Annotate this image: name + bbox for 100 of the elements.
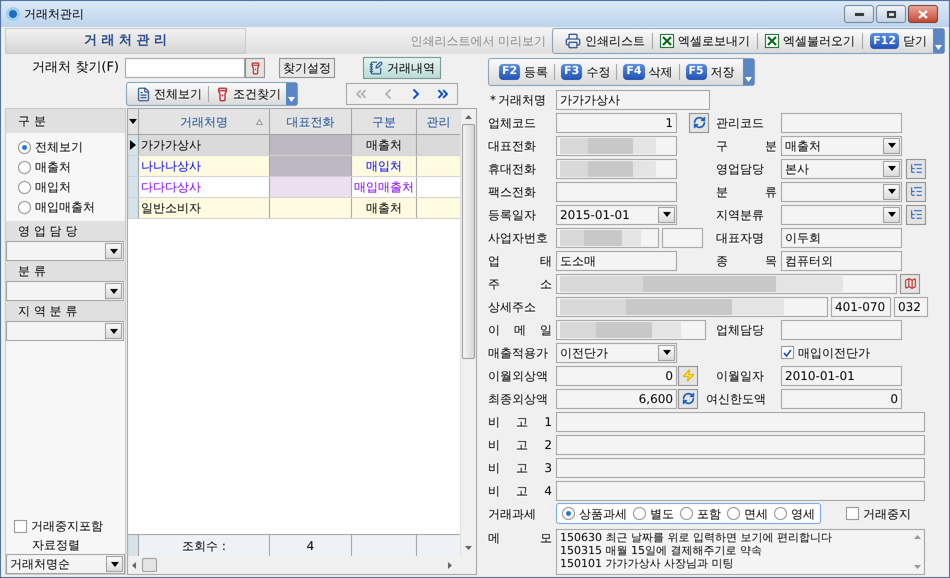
input-field[interactable]: 컴퓨터외	[781, 250, 902, 270]
scroll-down-icon[interactable]	[465, 546, 472, 550]
radio-button[interactable]	[774, 507, 787, 520]
radio-button[interactable]	[18, 140, 31, 154]
history-button[interactable]: 거래내역	[363, 57, 441, 79]
horizontal-scrollbar[interactable]	[128, 556, 476, 574]
input-field[interactable]	[556, 320, 706, 340]
input-field[interactable]: 401-070	[831, 296, 891, 316]
dropdown-button[interactable]	[883, 184, 900, 200]
radio-button[interactable]	[18, 180, 31, 194]
radio-button[interactable]	[18, 160, 31, 174]
tree-list-button[interactable]	[906, 158, 926, 178]
search-field[interactable]	[125, 58, 245, 78]
input-field[interactable]	[662, 228, 703, 248]
dropdown-button[interactable]	[883, 206, 900, 222]
dropdown-button[interactable]	[658, 206, 675, 222]
checkbox[interactable]	[14, 520, 27, 532]
input-field[interactable]: 1	[556, 112, 677, 132]
input-field[interactable]: 가가가상사	[556, 90, 710, 110]
input-field[interactable]: 6,600	[556, 388, 677, 408]
overflow-button[interactable]	[933, 29, 944, 53]
dropdown-field[interactable]	[781, 182, 902, 202]
column-header[interactable]: 관리	[417, 109, 460, 134]
scroll-up-icon[interactable]	[914, 535, 920, 539]
overflow-button[interactable]	[742, 58, 754, 84]
toolbar-button[interactable]: 전체보기	[133, 85, 205, 103]
column-header[interactable]: 거래처명	[139, 109, 270, 134]
dropdown-field[interactable]: 매출처	[781, 136, 902, 156]
dropdown-button[interactable]	[883, 138, 900, 154]
lightning-button[interactable]	[678, 366, 698, 386]
input-field[interactable]	[556, 228, 659, 248]
input-field[interactable]	[556, 412, 925, 432]
tree-list-button[interactable]	[906, 182, 926, 202]
column-header[interactable]: 대표전화	[270, 109, 352, 134]
input-field[interactable]	[556, 480, 925, 500]
input-field[interactable]	[781, 320, 902, 340]
toolbar-button[interactable]: F4 삭제	[621, 62, 675, 80]
input-field[interactable]: 2010-01-01	[781, 366, 902, 386]
dropdown-field[interactable]	[781, 204, 902, 224]
input-field[interactable]: 0	[556, 366, 677, 386]
input-field[interactable]: 032	[894, 296, 928, 316]
close-button[interactable]	[908, 5, 938, 23]
checkbox[interactable]	[781, 346, 794, 359]
dropdown-field[interactable]	[6, 321, 124, 341]
dropdown-button[interactable]	[105, 283, 122, 299]
radio-button[interactable]	[18, 200, 31, 214]
maximize-button[interactable]	[876, 5, 906, 23]
dropdown-button[interactable]	[105, 323, 122, 339]
refresh-button[interactable]	[678, 388, 698, 408]
scroll-left-icon[interactable]	[132, 562, 136, 568]
toolbar-button[interactable]: F2 등록	[497, 62, 550, 80]
row-indicator[interactable]	[128, 135, 139, 155]
input-field[interactable]	[781, 112, 902, 132]
dropdown-button[interactable]	[883, 160, 900, 176]
input-field[interactable]	[556, 458, 925, 478]
scroll-right-icon[interactable]	[448, 562, 452, 568]
input-field[interactable]	[556, 434, 925, 454]
input-field[interactable]	[556, 296, 828, 316]
toolbar-button[interactable]: 조건찾기	[212, 85, 284, 103]
input-field[interactable]	[556, 158, 677, 178]
radio-button[interactable]	[633, 507, 646, 520]
column-header[interactable]: 구분	[352, 109, 417, 134]
refresh-button[interactable]	[689, 112, 709, 132]
dropdown-field[interactable]	[6, 281, 124, 301]
checkbox[interactable]	[846, 507, 859, 520]
toolbar-button[interactable]: 엑셀로보내기	[656, 30, 754, 52]
dropdown-field[interactable]	[6, 241, 124, 261]
dropdown-field[interactable]: 2015-01-01	[556, 204, 677, 224]
toolbar-button[interactable]: 엑셀불러오기	[761, 30, 860, 52]
dropdown-button[interactable]	[105, 243, 122, 259]
input-field[interactable]	[556, 182, 677, 202]
column-menu-button[interactable]	[128, 109, 139, 134]
input-field[interactable]: 0	[781, 388, 902, 408]
minimize-button[interactable]	[844, 5, 874, 23]
search-button[interactable]	[245, 58, 265, 78]
vertical-scrollbar[interactable]	[460, 109, 476, 556]
radio-button[interactable]	[680, 507, 693, 520]
input-field[interactable]	[556, 136, 677, 156]
dropdown-button[interactable]	[658, 344, 675, 360]
memo-field[interactable]: 150630 최근 날짜를 위로 입력하면 보기에 편리합니다 150315 매월 15일에 결제해주기로 약속 150101 가가가상사 사장님과 미팅	[556, 529, 925, 575]
toolbar-button[interactable]: F12 닫기	[866, 30, 931, 52]
overflow-button[interactable]	[286, 83, 297, 105]
toolbar-button[interactable]: 인쇄리스트	[561, 30, 650, 52]
toolbar-button[interactable]: F3 수정	[559, 62, 612, 80]
dropdown-button[interactable]	[106, 556, 123, 572]
tree-list-button[interactable]	[906, 204, 926, 224]
radio-button[interactable]	[562, 507, 575, 520]
map-button[interactable]	[900, 274, 920, 294]
dropdown-field[interactable]: 거래처명순	[6, 554, 125, 574]
scroll-thumb[interactable]	[142, 558, 157, 572]
input-field[interactable]: 이두회	[781, 228, 902, 248]
dropdown-field[interactable]: 본사	[781, 158, 902, 178]
dropdown-field[interactable]: 이전단가	[556, 342, 677, 362]
scroll-down-icon[interactable]	[914, 565, 920, 569]
toolbar-button[interactable]: F5 저장	[684, 62, 737, 80]
scroll-up-icon[interactable]	[465, 115, 472, 119]
search-settings-button[interactable]: 찾기설정	[279, 58, 335, 78]
radio-button[interactable]	[727, 507, 740, 520]
input-field[interactable]	[556, 274, 897, 294]
input-field[interactable]: 도소매	[556, 250, 677, 270]
